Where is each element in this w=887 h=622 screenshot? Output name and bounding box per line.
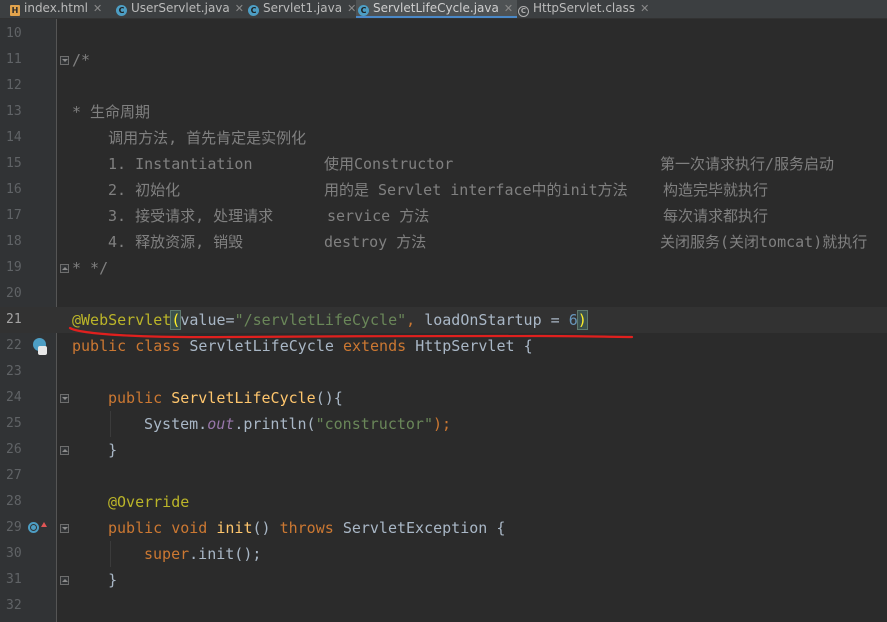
red-underline-annotation xyxy=(68,326,634,339)
underline-stroke xyxy=(68,326,634,339)
